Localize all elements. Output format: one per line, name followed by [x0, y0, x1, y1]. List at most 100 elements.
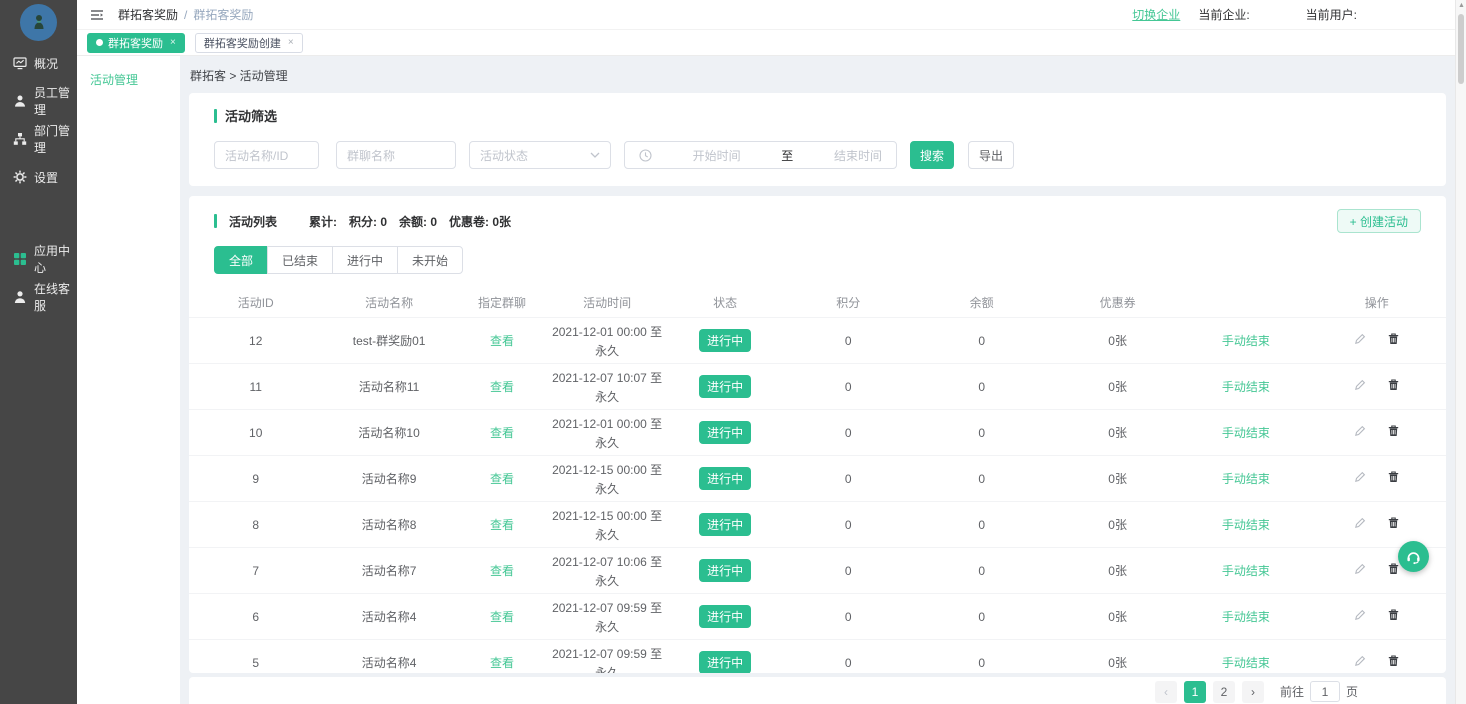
breadcrumb-current: 群拓客奖励 [193, 6, 253, 23]
delete-icon[interactable] [1388, 609, 1399, 621]
manual-end-link[interactable]: 手动结束 [1222, 656, 1270, 670]
submenu-item-activity-management[interactable]: 活动管理 [77, 56, 180, 88]
close-tab-icon[interactable]: × [288, 37, 294, 48]
prev-page-button[interactable]: ‹ [1155, 681, 1177, 703]
page-breadcrumb: 群拓客 > 活动管理 [180, 56, 1455, 93]
tab-group-reward-create[interactable]: 群拓客奖励创建 × [195, 33, 303, 53]
title-accent-bar [214, 109, 217, 123]
delete-icon[interactable] [1388, 517, 1399, 529]
scroll-up-arrow-icon[interactable]: ▲ [1457, 2, 1466, 9]
activity-time-cell: 2021-12-01 00:00 至 永久 [548, 323, 666, 359]
activity-name-cell: test-群奖励01 [322, 332, 455, 349]
activity-name-input[interactable]: 活动名称/ID [214, 141, 319, 169]
summary-coupon: 优惠卷: 0张 [449, 213, 511, 230]
manual-end-link[interactable]: 手动结束 [1222, 426, 1270, 440]
activity-id-cell: 9 [189, 472, 322, 486]
activity-time-cell: 2021-12-15 00:00 至 永久 [548, 461, 666, 497]
balance-cell: 0 [912, 380, 1051, 394]
filter-card-title: 活动筛选 [214, 106, 1421, 125]
primary-sidebar: 概况 员工管理 部门管理 设置 应用中心 [0, 0, 77, 704]
switch-company-link[interactable]: 切换企业 [1132, 6, 1180, 23]
view-group-link[interactable]: 查看 [490, 610, 514, 624]
coupon-cell: 0张 [1051, 424, 1184, 441]
sidebar-item-department[interactable]: 部门管理 [0, 120, 77, 158]
manual-end-link[interactable]: 手动结束 [1222, 518, 1270, 532]
delete-icon[interactable] [1388, 655, 1399, 667]
title-accent-bar [214, 214, 217, 228]
tab-group-reward[interactable]: 群拓客奖励 × [87, 33, 185, 53]
view-group-link[interactable]: 查看 [490, 334, 514, 348]
group-name-input[interactable]: 群聊名称 [336, 141, 456, 169]
edit-icon[interactable] [1354, 655, 1366, 667]
view-group-link[interactable]: 查看 [490, 564, 514, 578]
create-activity-button[interactable]: + 创建活动 [1337, 209, 1421, 233]
delete-icon[interactable] [1388, 379, 1399, 391]
edit-icon[interactable] [1354, 379, 1366, 391]
status-badge: 进行中 [699, 651, 751, 673]
view-group-link[interactable]: 查看 [490, 426, 514, 440]
top-bar: 群拓客奖励 / 群拓客奖励 切换企业 当前企业: 当前用户: [77, 0, 1455, 30]
headset-icon [1405, 549, 1422, 565]
vertical-scrollbar[interactable]: ▲ [1455, 0, 1466, 704]
status-filter-tabs: 全部 已结束 进行中 未开始 [214, 246, 1446, 274]
view-group-link[interactable]: 查看 [490, 380, 514, 394]
edit-icon[interactable] [1354, 471, 1366, 483]
manual-end-link[interactable]: 手动结束 [1222, 564, 1270, 578]
export-button[interactable]: 导出 [968, 141, 1014, 169]
activity-filter-card: 活动筛选 活动名称/ID 群聊名称 活动状态 开始时间 至 结束时间 搜索 导出 [189, 93, 1446, 186]
edit-icon[interactable] [1354, 563, 1366, 575]
table-header: 活动ID 活动名称 指定群聊 活动时间 状态 积分 余额 优惠券 操作 [189, 287, 1446, 317]
company-logo[interactable] [20, 4, 57, 41]
activity-table: 活动ID 活动名称 指定群聊 活动时间 状态 积分 余额 优惠券 操作 12 t… [189, 287, 1446, 673]
activity-status-select[interactable]: 活动状态 [469, 141, 611, 169]
sidebar-item-settings[interactable]: 设置 [0, 158, 77, 196]
manual-end-link[interactable]: 手动结束 [1222, 472, 1270, 486]
status-tab-ended[interactable]: 已结束 [267, 246, 333, 274]
activity-name-cell: 活动名称11 [322, 378, 455, 395]
points-cell: 0 [784, 426, 912, 440]
col-assigned-group: 指定群聊 [456, 294, 548, 311]
next-page-button[interactable]: › [1242, 681, 1264, 703]
edit-icon[interactable] [1354, 517, 1366, 529]
manual-end-link[interactable]: 手动结束 [1222, 334, 1270, 348]
edit-icon[interactable] [1354, 609, 1366, 621]
manual-end-link[interactable]: 手动结束 [1222, 610, 1270, 624]
page-button-2[interactable]: 2 [1213, 681, 1235, 703]
customer-service-button[interactable] [1398, 541, 1429, 572]
view-group-link[interactable]: 查看 [490, 656, 514, 670]
sidebar-item-staff[interactable]: 员工管理 [0, 82, 77, 120]
view-group-link[interactable]: 查看 [490, 472, 514, 486]
sidebar-item-online-service[interactable]: 在线客服 [0, 278, 77, 316]
search-button[interactable]: 搜索 [910, 141, 954, 169]
status-tab-all[interactable]: 全部 [214, 246, 268, 274]
sidebar-item-app-center[interactable]: 应用中心 [0, 240, 77, 278]
activity-name-cell: 活动名称9 [322, 470, 455, 487]
breadcrumb-root[interactable]: 群拓客奖励 [118, 6, 178, 23]
edit-icon[interactable] [1354, 333, 1366, 345]
goto-page-input[interactable] [1310, 681, 1340, 702]
collapse-menu-icon[interactable] [90, 9, 104, 21]
activity-time-cell: 2021-12-07 09:59 至 永久 [548, 645, 666, 674]
table-row: 12 test-群奖励01 查看 2021-12-01 00:00 至 永久 进… [189, 317, 1446, 363]
page-button-1[interactable]: 1 [1184, 681, 1206, 703]
current-company-label: 当前企业: [1198, 6, 1249, 23]
delete-icon[interactable] [1388, 471, 1399, 483]
breadcrumb-separator: / [184, 8, 187, 22]
scrollbar-thumb[interactable] [1458, 14, 1464, 84]
close-tab-icon[interactable]: × [170, 37, 176, 48]
delete-icon[interactable] [1388, 425, 1399, 437]
date-range-picker[interactable]: 开始时间 至 结束时间 [624, 141, 897, 169]
sidebar-item-overview[interactable]: 概况 [0, 44, 77, 82]
delete-icon[interactable] [1388, 333, 1399, 345]
manual-end-link[interactable]: 手动结束 [1222, 380, 1270, 394]
activity-time-cell: 2021-12-01 00:00 至 永久 [548, 415, 666, 451]
view-group-link[interactable]: 查看 [490, 518, 514, 532]
delete-icon[interactable] [1388, 563, 1399, 575]
edit-icon[interactable] [1354, 425, 1366, 437]
balance-cell: 0 [912, 656, 1051, 670]
status-tab-ongoing[interactable]: 进行中 [332, 246, 398, 274]
overview-icon [13, 56, 27, 70]
table-row: 5 活动名称4 查看 2021-12-07 09:59 至 永久 进行中 0 0… [189, 639, 1446, 673]
status-tab-not-started[interactable]: 未开始 [397, 246, 463, 274]
page-unit-label: 页 [1346, 683, 1358, 700]
